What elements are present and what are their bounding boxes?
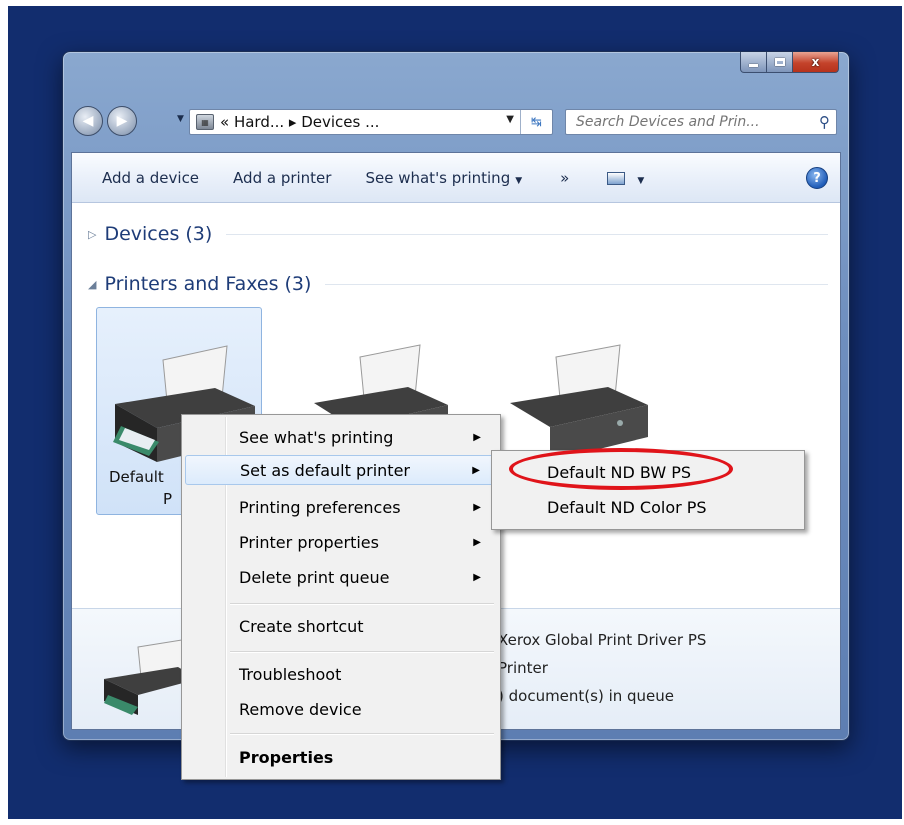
add-device-button[interactable]: Add a device: [72, 169, 213, 187]
change-view-button[interactable]: ▼: [583, 169, 658, 187]
group-divider: [325, 283, 828, 285]
detail-model: Xerox Global Print Driver PS: [498, 631, 707, 649]
search-box[interactable]: ⚲: [565, 109, 837, 135]
address-bar[interactable]: ▦ « Hard... ▸ Devices ... ▼ ↹: [189, 109, 553, 135]
menu-item-see-whats-printing[interactable]: See what's printing ▶: [185, 422, 497, 452]
menu-item-label: See what's printing: [239, 427, 394, 447]
see-whats-printing-button[interactable]: See what's printing ▼: [345, 169, 536, 187]
command-bar: Add a device Add a printer See what's pr…: [72, 153, 840, 203]
detail-status: ) document(s) in queue: [498, 687, 675, 705]
menu-item-label: Properties: [239, 747, 334, 767]
minimize-icon: [749, 63, 758, 67]
navigation-bar: ◀ ▶ ▼ ▦ « Hard... ▸ Devices ... ▼ ↹ ⚲: [73, 104, 843, 138]
menu-item-label: Printing preferences: [239, 497, 401, 517]
menu-item-label: Create shortcut: [239, 616, 364, 636]
maximize-button[interactable]: [767, 52, 793, 73]
address-dropdown-icon[interactable]: ▼: [506, 114, 514, 125]
menu-item-label: Troubleshoot: [239, 664, 342, 684]
menu-item-create-shortcut[interactable]: Create shortcut: [185, 611, 497, 641]
menu-item-remove-device[interactable]: Remove device: [185, 694, 497, 724]
printer-label: Default: [109, 468, 164, 486]
minimize-button[interactable]: [740, 52, 767, 73]
menu-item-label: Delete print queue: [239, 567, 390, 587]
printers-group-header[interactable]: ◢ Printers and Faxes (3): [88, 273, 828, 295]
submenu-arrow-icon: ▶: [472, 464, 480, 476]
expand-icon[interactable]: ▷: [88, 228, 96, 241]
caption-buttons: x: [740, 52, 839, 74]
menu-item-properties[interactable]: Properties: [185, 742, 497, 772]
menu-item-printing-preferences[interactable]: Printing preferences ▶: [185, 492, 497, 522]
breadcrumb[interactable]: « Hard... ▸ Devices ...: [220, 113, 379, 131]
back-arrow-icon: ◀: [82, 113, 94, 129]
detail-category: Printer: [498, 659, 548, 677]
menu-item-label: Set as default printer: [240, 460, 410, 480]
devices-group-header[interactable]: ▷ Devices (3): [88, 223, 828, 245]
printers-group-label: Printers and Faxes (3): [104, 273, 312, 295]
collapse-icon[interactable]: ◢: [88, 278, 96, 291]
maximize-icon: [774, 58, 785, 66]
more-commands-button[interactable]: »: [536, 169, 583, 187]
menu-item-set-as-default-printer[interactable]: Set as default printer ▶: [185, 455, 497, 485]
devices-group-label: Devices (3): [104, 223, 213, 245]
back-button[interactable]: ◀: [73, 106, 103, 136]
menu-separator: [230, 603, 494, 604]
chevron-down-icon: ▼: [637, 175, 645, 186]
menu-separator: [230, 733, 494, 734]
refresh-icon: ↹: [531, 114, 542, 130]
chevron-down-icon: ▼: [515, 175, 523, 186]
refresh-button[interactable]: ↹: [520, 110, 552, 134]
menu-item-delete-print-queue[interactable]: Delete print queue ▶: [185, 562, 497, 592]
search-input[interactable]: [574, 113, 794, 131]
recent-pages-dropdown[interactable]: ▼: [177, 114, 184, 124]
submenu-arrow-icon: ▶: [473, 571, 481, 583]
submenu-arrow-icon: ▶: [473, 431, 481, 443]
group-divider: [226, 233, 828, 235]
context-menu: See what's printing ▶ Set as default pri…: [181, 414, 501, 780]
control-panel-icon: ▦: [196, 114, 214, 130]
add-printer-button[interactable]: Add a printer: [213, 169, 345, 187]
red-highlight-ellipse: [509, 448, 733, 490]
forward-arrow-icon: ▶: [116, 113, 128, 129]
menu-item-troubleshoot[interactable]: Troubleshoot: [185, 659, 497, 689]
forward-button[interactable]: ▶: [107, 106, 137, 136]
menu-item-label: Printer properties: [239, 532, 379, 552]
submenu-arrow-icon: ▶: [473, 536, 481, 548]
close-icon: x: [811, 55, 820, 69]
printer-label-line2: P: [163, 490, 173, 508]
menu-separator: [230, 651, 494, 652]
submenu-arrow-icon: ▶: [473, 501, 481, 513]
view-icon: [607, 171, 626, 185]
menu-item-printer-properties[interactable]: Printer properties ▶: [185, 527, 497, 557]
see-whats-printing-label: See what's printing: [365, 168, 511, 187]
search-icon[interactable]: ⚲: [819, 113, 830, 131]
help-icon[interactable]: ?: [806, 167, 828, 189]
close-button[interactable]: x: [793, 52, 839, 73]
menu-item-label: Remove device: [239, 699, 362, 719]
submenu-item-default-nd-color-ps[interactable]: Default ND Color PS: [547, 498, 707, 517]
